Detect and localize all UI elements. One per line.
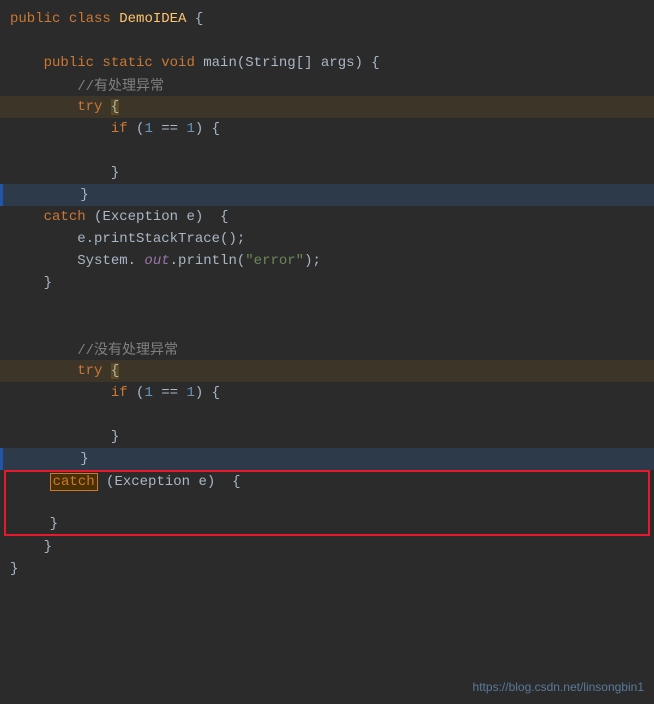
code-line-try1: try { <box>0 96 654 118</box>
code-line: } <box>0 426 654 448</box>
code-line: //有处理异常 <box>0 74 654 96</box>
code-line: } <box>0 272 654 294</box>
code-line: public class DemoIDEA { <box>0 8 654 30</box>
catch-keyword-highlighted: catch <box>50 473 98 491</box>
code-line <box>0 140 654 162</box>
code-line-catch2-start: catch (Exception e) { <box>4 470 650 492</box>
code-line <box>0 316 654 338</box>
code-line: e.printStackTrace(); <box>0 228 654 250</box>
code-line-close-brace2: } <box>0 448 654 470</box>
code-line: public static void main(String[] args) { <box>0 52 654 74</box>
code-line-catch1: catch (Exception e) { <box>0 206 654 228</box>
code-line: //没有处理异常 <box>0 338 654 360</box>
watermark: https://blog.csdn.net/linsongbin1 <box>473 680 644 694</box>
code-line-catch2-end: } <box>4 514 650 536</box>
comment2: //没有处理异常 <box>77 339 178 359</box>
code-line <box>0 294 654 316</box>
code-line: if (1 == 1) { <box>0 118 654 140</box>
code-line: System. out.println("error"); <box>0 250 654 272</box>
code-line-catch2-body <box>4 492 650 514</box>
code-line: } <box>0 162 654 184</box>
code-editor: public class DemoIDEA { public static vo… <box>0 0 654 704</box>
comment: //有处理异常 <box>77 75 164 95</box>
code-line: if (1 == 1) { <box>0 382 654 404</box>
class-name: DemoIDEA <box>119 11 195 27</box>
code-line: } <box>0 536 654 558</box>
code-line-close-brace1: } <box>0 184 654 206</box>
keyword-class: class <box>69 11 119 27</box>
code-line <box>0 404 654 426</box>
code-line <box>0 30 654 52</box>
code-line-try2: try { <box>0 360 654 382</box>
keyword-public: public <box>10 11 69 27</box>
code-line: } <box>0 558 654 580</box>
